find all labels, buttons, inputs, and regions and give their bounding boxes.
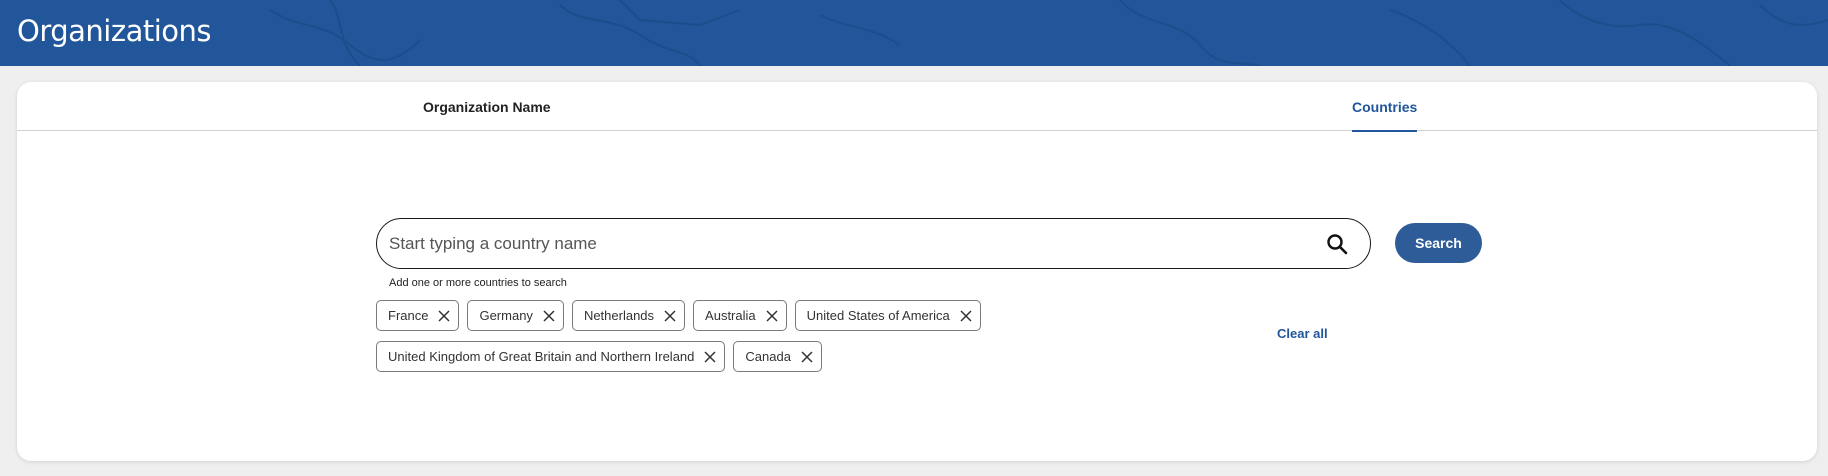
chip-label: United States of America	[806, 308, 950, 323]
clear-all-link[interactable]: Clear all	[1277, 326, 1328, 341]
tab-bar: Organization Name Countries	[17, 82, 1817, 132]
close-icon[interactable]	[801, 350, 813, 363]
close-icon[interactable]	[438, 309, 450, 322]
close-icon[interactable]	[543, 309, 555, 322]
selected-countries: France Germany Netherlands Australia Uni…	[376, 300, 1076, 382]
country-chip: United Kingdom of Great Britain and Nort…	[376, 341, 726, 372]
map-background	[269, 0, 1828, 66]
chip-label: Germany	[479, 308, 533, 323]
close-icon[interactable]	[664, 309, 676, 322]
chip-label: France	[388, 308, 429, 323]
chip-label: Australia	[705, 308, 756, 323]
country-chip: Canada	[733, 341, 822, 372]
search-button[interactable]: Search	[1395, 223, 1482, 263]
search-card: Organization Name Countries Search Add o…	[17, 82, 1817, 461]
tab-organization-name[interactable]: Organization Name	[423, 82, 551, 131]
country-chip: France	[376, 300, 460, 331]
tab-countries[interactable]: Countries	[1352, 82, 1418, 132]
country-search-input[interactable]	[389, 231, 1289, 257]
page-title: Organizations	[17, 14, 212, 48]
country-chip: United States of America	[794, 300, 981, 331]
country-chip: Germany	[467, 300, 564, 331]
page-header: Organizations	[0, 0, 1828, 66]
country-chip: Netherlands	[571, 300, 686, 331]
search-helper-text: Add one or more countries to search	[389, 277, 567, 289]
chip-label: United Kingdom of Great Britain and Nort…	[388, 349, 695, 364]
chip-label: Canada	[745, 349, 791, 364]
chip-label: Netherlands	[583, 308, 655, 323]
country-search-box	[376, 218, 1371, 269]
close-icon[interactable]	[704, 350, 716, 363]
tab-countries-label: Countries	[1352, 98, 1418, 115]
chip-row: France Germany Netherlands Australia Uni…	[376, 300, 1076, 331]
search-icon[interactable]	[1326, 233, 1348, 255]
close-icon[interactable]	[766, 309, 778, 322]
chip-row: United Kingdom of Great Britain and Nort…	[376, 341, 1076, 372]
close-icon[interactable]	[960, 309, 972, 322]
active-tab-indicator	[1352, 130, 1418, 132]
country-chip: Australia	[693, 300, 787, 331]
